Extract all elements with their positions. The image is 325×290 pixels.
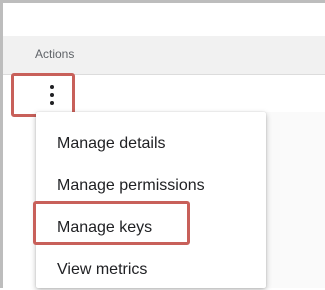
background-panel <box>262 112 325 288</box>
actions-menu: Manage details Manage permissions Manage… <box>36 112 266 288</box>
menu-item-view-metrics[interactable]: View metrics <box>36 250 266 290</box>
menu-item-manage-permissions[interactable]: Manage permissions <box>36 166 266 206</box>
menu-item-manage-details[interactable]: Manage details <box>36 124 266 164</box>
more-actions-button[interactable] <box>11 73 75 117</box>
screenshot-frame: Actions Manage details Manage permission… <box>0 0 325 288</box>
top-border <box>0 0 325 3</box>
menu-item-manage-keys[interactable]: Manage keys <box>36 208 266 248</box>
more-vert-icon <box>50 84 54 106</box>
table-header-row: Actions <box>3 36 325 75</box>
actions-column-header: Actions <box>35 47 75 61</box>
